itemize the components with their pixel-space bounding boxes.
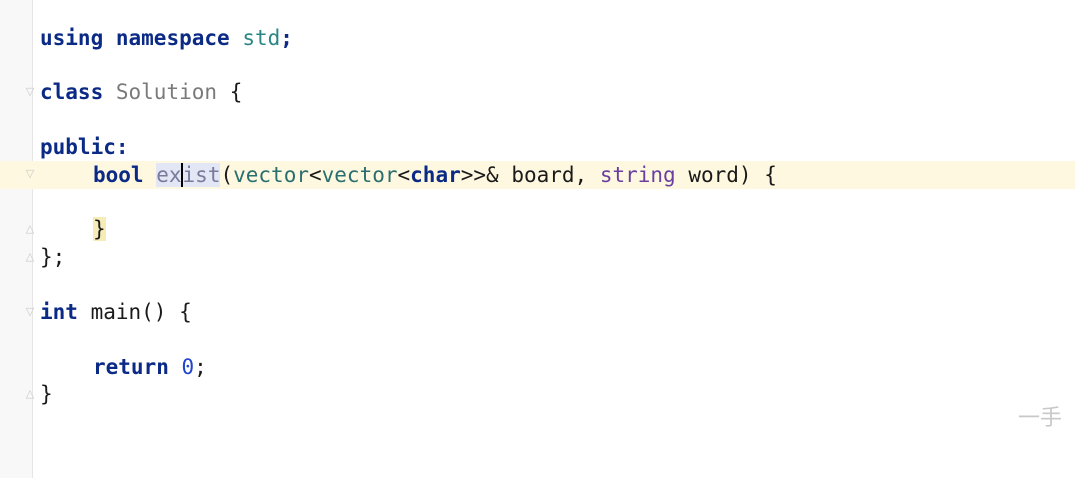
angle-close-ref: >>&	[460, 163, 512, 187]
code-editor[interactable]: using namespace std; ▽ class Solution { …	[0, 0, 1075, 478]
open-brace: {	[229, 80, 243, 104]
code-line-5: }	[0, 215, 1075, 243]
class-end: };	[40, 245, 66, 269]
function-open-brace: {	[764, 163, 777, 187]
param-board: board	[511, 163, 575, 187]
type-vector-outer: vector	[233, 163, 309, 187]
type-int: int	[40, 300, 78, 324]
type-string: string	[599, 163, 676, 187]
angle-open-2: <	[397, 163, 411, 187]
semicolon: ;	[280, 26, 293, 50]
code-line-3: public:	[0, 133, 1075, 161]
code-line-8: return 0;	[0, 353, 1075, 381]
function-name-selection[interactable]: exist	[156, 163, 221, 187]
paren-open: (	[220, 163, 234, 187]
keyword-public: public:	[40, 135, 129, 159]
keyword-using: using	[40, 26, 104, 50]
fold-arrow-icon[interactable]: ▽	[25, 168, 35, 180]
type-vector-inner: vector	[321, 163, 398, 187]
main-close-brace: }	[40, 382, 53, 406]
code-line-6: };	[0, 243, 1075, 271]
param-comma: ,	[574, 163, 600, 187]
code-line-2: class Solution {	[0, 78, 1075, 106]
code-line-1: using namespace std;	[0, 24, 1075, 52]
function-name-part-a: ex	[156, 163, 182, 187]
semicolon: ;	[194, 355, 207, 379]
angle-open-1: <	[308, 163, 322, 187]
function-close-brace: }	[93, 217, 106, 241]
code-line-9: }	[0, 380, 1075, 408]
function-name-part-b: ist	[182, 163, 221, 187]
code-line-4-current: bool exist(vector<vector<char>>& board, …	[0, 161, 1075, 189]
number-zero: 0	[181, 355, 195, 379]
watermark-text: 一手	[1018, 406, 1063, 431]
type-char: char	[410, 163, 461, 187]
code-line-7: int main() {	[0, 298, 1075, 326]
param-word: word)	[675, 163, 765, 187]
main-signature: main() {	[77, 300, 192, 324]
class-name: Solution	[115, 80, 218, 104]
keyword-namespace: namespace	[115, 26, 230, 50]
namespace-std: std	[242, 26, 281, 50]
keyword-return: return	[93, 355, 169, 379]
keyword-class: class	[40, 80, 104, 104]
type-bool: bool	[93, 163, 144, 187]
